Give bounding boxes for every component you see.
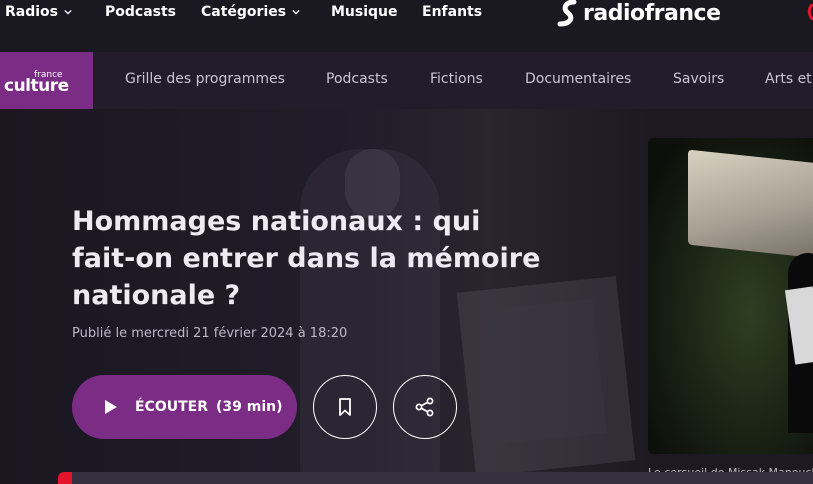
play-icon xyxy=(105,400,117,414)
nav-podcasts-label: Podcasts xyxy=(105,4,177,20)
bookmark-icon xyxy=(339,398,351,416)
subnav-grille[interactable]: Grille des programmes xyxy=(125,71,285,87)
listen-label: ÉCOUTER xyxy=(135,399,209,415)
radiofrance-wordmark: radiofrance xyxy=(583,0,721,26)
player-indicator xyxy=(58,472,72,484)
station-nav: france culture Grille des programmes Pod… xyxy=(0,52,813,109)
chevron-down-icon xyxy=(64,9,72,15)
share-button[interactable] xyxy=(393,375,457,439)
nav-musique-label: Musique xyxy=(331,4,398,20)
nav-radios[interactable]: Radios xyxy=(5,4,72,20)
red-brand-icon xyxy=(807,4,813,20)
player-bar[interactable] xyxy=(58,472,813,484)
publish-date: Publié le mercredi 21 février 2024 à 18:… xyxy=(72,326,348,341)
radiofrance-logo[interactable]: radiofrance xyxy=(556,0,721,28)
nav-enfants[interactable]: Enfants xyxy=(422,4,482,20)
global-header: Radios Podcasts Catégories Musique Enfan… xyxy=(0,0,813,52)
listen-duration: (39 min) xyxy=(216,399,283,415)
nav-musique[interactable]: Musique xyxy=(331,4,398,20)
nav-categories[interactable]: Catégories xyxy=(201,4,300,20)
subnav-arts[interactable]: Arts et xyxy=(765,71,812,87)
image-coffin xyxy=(688,149,813,262)
subnav-podcasts[interactable]: Podcasts xyxy=(326,71,388,87)
episode-image xyxy=(648,138,813,454)
episode-hero: Hommages nationaux : qui fait-on entrer … xyxy=(0,109,813,484)
background-portrait-inner xyxy=(483,298,607,445)
nav-categories-label: Catégories xyxy=(201,4,287,20)
bookmark-button[interactable] xyxy=(313,375,377,439)
subnav-fictions[interactable]: Fictions xyxy=(430,71,483,87)
subnav-savoirs[interactable]: Savoirs xyxy=(673,71,724,87)
subnav-documentaires[interactable]: Documentaires xyxy=(525,71,631,87)
radiofrance-mark-icon xyxy=(557,0,577,27)
chevron-down-icon xyxy=(292,9,300,15)
station-logo-big: culture xyxy=(4,76,69,96)
share-icon xyxy=(415,397,434,417)
nav-podcasts[interactable]: Podcasts xyxy=(105,4,176,20)
episode-title: Hommages nationaux : qui fait-on entrer … xyxy=(72,206,541,311)
nav-enfants-label: Enfants xyxy=(422,4,483,20)
listen-button[interactable]: ÉCOUTER (39 min) xyxy=(72,375,297,439)
nav-radios-label: Radios xyxy=(5,4,58,20)
france-culture-logo[interactable]: france culture xyxy=(0,52,93,109)
